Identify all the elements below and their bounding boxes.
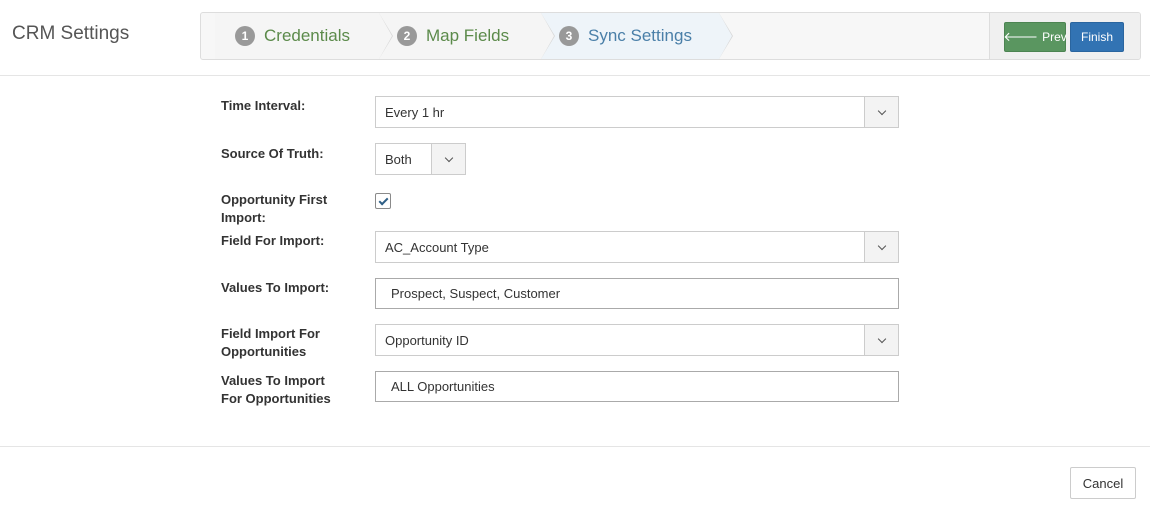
step-separator-inner xyxy=(379,13,392,59)
step-label: Sync Settings xyxy=(588,26,692,45)
step-separator-inner xyxy=(541,13,554,59)
field-import-for-opportunities-value: Opportunity ID xyxy=(385,333,469,348)
field-for-import-value: AC_Account Type xyxy=(385,240,489,255)
field-for-import-select[interactable]: AC_Account Type xyxy=(375,231,899,263)
page-title: CRM Settings xyxy=(12,23,130,44)
field-for-import-label: Field For Import: xyxy=(221,233,325,248)
wizard-bar: 1 Credentials 2 Map Fields 3 Sync Settin… xyxy=(200,12,1141,60)
field-import-for-opportunities-select[interactable]: Opportunity ID xyxy=(375,324,899,356)
step-number: 2 xyxy=(397,26,417,46)
prev-button[interactable]: 🡐 Prev xyxy=(1003,22,1067,52)
chevron-down-icon xyxy=(877,241,886,250)
header-divider xyxy=(0,75,1150,76)
dropdown-toggle[interactable] xyxy=(431,144,465,174)
finish-button[interactable]: Finish xyxy=(1070,22,1124,52)
step-number: 3 xyxy=(559,26,579,46)
values-to-import-for-opportunities-input[interactable] xyxy=(375,371,899,402)
source-of-truth-value: Both xyxy=(385,152,412,167)
time-interval-label: Time Interval: xyxy=(221,98,306,113)
wizard-steps: 1 Credentials 2 Map Fields 3 Sync Settin… xyxy=(215,13,733,59)
time-interval-select[interactable]: Every 1 hr xyxy=(375,96,899,128)
step-separator-inner xyxy=(719,13,732,59)
wizard-actions: 🡐 Prev Finish xyxy=(989,13,1140,59)
step-label: Credentials xyxy=(264,26,350,45)
prev-button-label: Prev xyxy=(1042,30,1067,44)
step-label: Map Fields xyxy=(426,26,510,45)
wizard-step-sync-settings[interactable]: 3 Sync Settings xyxy=(541,13,733,59)
chevron-down-icon xyxy=(877,106,886,115)
footer-divider xyxy=(0,446,1150,447)
cancel-button[interactable]: Cancel xyxy=(1070,467,1136,499)
chevron-down-icon xyxy=(444,153,453,162)
wizard-step-credentials[interactable]: 1 Credentials xyxy=(215,13,393,59)
field-import-for-opportunities-label: Field Import For Opportunities xyxy=(221,326,320,359)
source-of-truth-select[interactable]: Both xyxy=(375,143,466,175)
chevron-down-icon xyxy=(877,334,886,343)
time-interval-value: Every 1 hr xyxy=(385,105,445,120)
check-icon xyxy=(378,195,388,205)
opportunity-first-import-checkbox[interactable] xyxy=(375,193,391,209)
arrow-left-icon: 🡐 xyxy=(1003,29,1039,44)
opportunity-first-import-label: Opportunity First Import: xyxy=(221,192,328,225)
values-to-import-label: Values To Import: xyxy=(221,280,330,295)
step-number: 1 xyxy=(235,26,255,46)
dropdown-toggle[interactable] xyxy=(864,232,898,262)
source-of-truth-label: Source Of Truth: xyxy=(221,146,324,161)
dropdown-toggle[interactable] xyxy=(864,325,898,355)
values-to-import-input[interactable] xyxy=(375,278,899,309)
values-to-import-for-opportunities-label: Values To Import For Opportunities xyxy=(221,373,331,406)
dropdown-toggle[interactable] xyxy=(864,97,898,127)
wizard-step-map-fields[interactable]: 2 Map Fields xyxy=(379,13,555,59)
